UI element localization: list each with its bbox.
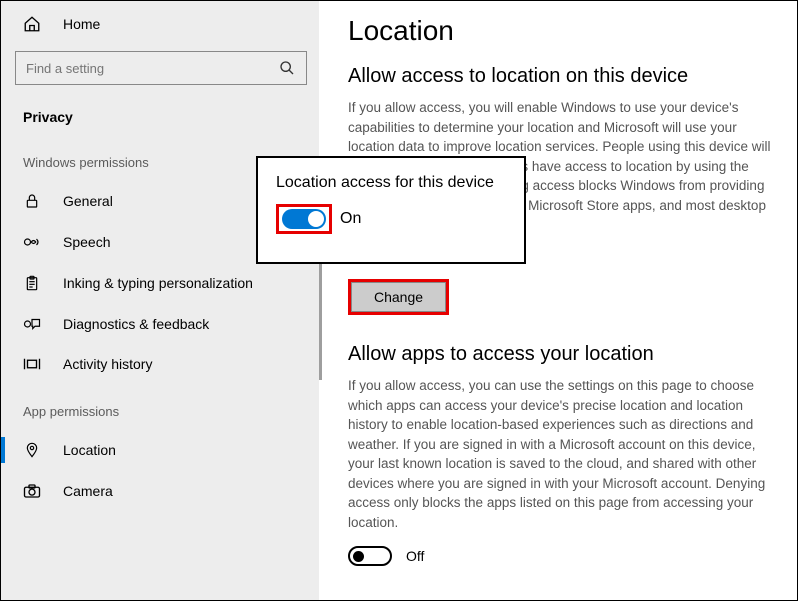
clipboard-icon (23, 274, 41, 292)
change-button-highlight: Change (348, 279, 449, 315)
apps-toggle-label: Off (406, 548, 424, 564)
main-content: Location Allow access to location on thi… (342, 1, 797, 600)
nav-activity[interactable]: Activity history (1, 344, 319, 384)
sidebar-section-privacy: Privacy (1, 99, 319, 135)
nav-camera[interactable]: Camera (1, 471, 319, 511)
allow-device-heading: Allow access to location on this device (348, 65, 775, 88)
allow-apps-body: If you allow access, you can use the set… (348, 376, 775, 533)
scrollbar[interactable] (319, 260, 322, 380)
home-icon (23, 15, 41, 33)
settings-sidebar: Home Privacy Windows permissions General… (1, 1, 319, 600)
search-wrap (15, 51, 307, 85)
nav-inking-label: Inking & typing personalization (63, 275, 253, 291)
nav-location-label: Location (63, 442, 116, 458)
device-location-toggle[interactable] (282, 209, 326, 229)
apps-toggle-row: Off (348, 546, 775, 566)
feedback-icon (23, 316, 41, 332)
nav-inking[interactable]: Inking & typing personalization (1, 262, 319, 304)
nav-home-label: Home (63, 16, 100, 32)
nav-general-label: General (63, 193, 113, 209)
search-input[interactable] (15, 51, 307, 85)
popup-toggle-highlight (276, 204, 332, 234)
nav-location[interactable]: Location (1, 429, 319, 471)
camera-icon (23, 483, 41, 499)
nav-diagnostics-label: Diagnostics & feedback (63, 316, 209, 332)
nav-home[interactable]: Home (1, 1, 319, 45)
nav-activity-label: Activity history (63, 356, 152, 372)
allow-apps-heading: Allow apps to access your location (348, 343, 775, 366)
activity-icon (23, 356, 41, 372)
change-button[interactable]: Change (351, 282, 446, 312)
location-access-popup: Location access for this device On (256, 156, 526, 264)
popup-toggle-label: On (340, 210, 361, 228)
nav-camera-label: Camera (63, 483, 113, 499)
speech-icon (23, 234, 41, 250)
apps-location-toggle[interactable] (348, 546, 392, 566)
nav-speech-label: Speech (63, 234, 110, 250)
page-title: Location (348, 15, 775, 47)
group-app-permissions: App permissions (1, 384, 319, 429)
lock-icon (23, 192, 41, 210)
nav-diagnostics[interactable]: Diagnostics & feedback (1, 304, 319, 344)
location-icon (23, 441, 41, 459)
popup-title: Location access for this device (276, 174, 506, 192)
search-icon (279, 60, 295, 76)
